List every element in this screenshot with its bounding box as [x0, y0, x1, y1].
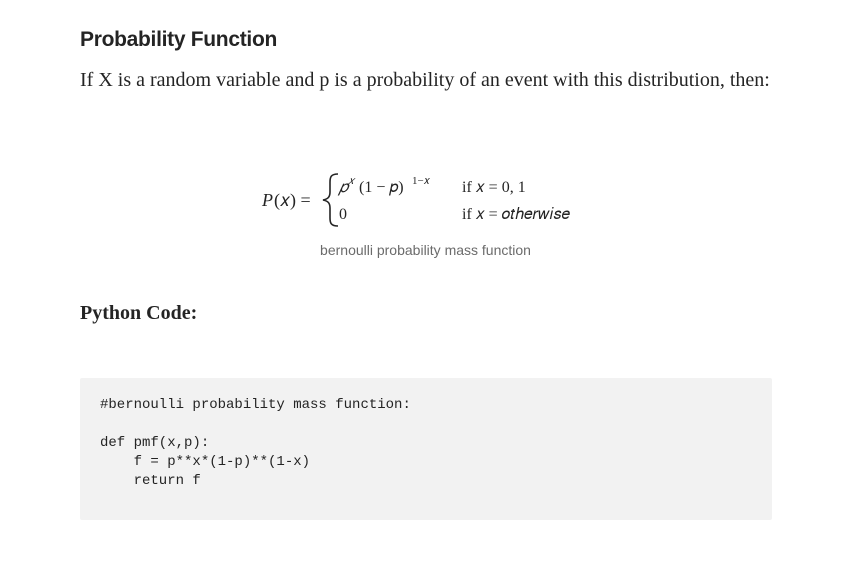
cases-brace: [322, 173, 339, 227]
section-heading: Probability Function: [80, 28, 277, 51]
intro-paragraph: If X is a random variable and p is a pro…: [80, 69, 770, 91]
code-block: #bernoulli probability mass function: def…: [80, 378, 772, 520]
code-line: def pmf(x,p):: [100, 435, 210, 451]
case1-exponent: 𝑥: [348, 175, 356, 187]
code-line: return f: [100, 473, 201, 489]
code-line: #bernoulli probability mass function:: [100, 397, 411, 413]
python-code-heading: Python Code:: [80, 302, 198, 324]
case1-exponent2: 1−𝑥: [412, 175, 431, 187]
bernoulli-pmf-formula: P (𝑥) = 𝑝 𝑥 (1 − 𝑝) 1−𝑥 if 𝑥 = 0, 1 0 if…: [0, 168, 866, 230]
case2-value: 0: [339, 206, 347, 223]
formula-lhs-p: P: [261, 190, 273, 210]
code-content: #bernoulli probability mass function: def…: [100, 396, 411, 491]
case2-condition: if 𝑥 = 𝑜𝑡ℎ𝑒𝑟𝑤𝑖𝑠𝑒: [462, 206, 571, 223]
formula-caption: bernoulli probability mass function: [320, 242, 531, 258]
code-line: f = p**x*(1-p)**(1-x): [100, 454, 311, 470]
formula-lhs-var: (𝑥) =: [274, 190, 311, 211]
case1-factor: (1 − 𝑝): [359, 179, 404, 196]
case1-condition: if 𝑥 = 0, 1: [462, 179, 526, 196]
